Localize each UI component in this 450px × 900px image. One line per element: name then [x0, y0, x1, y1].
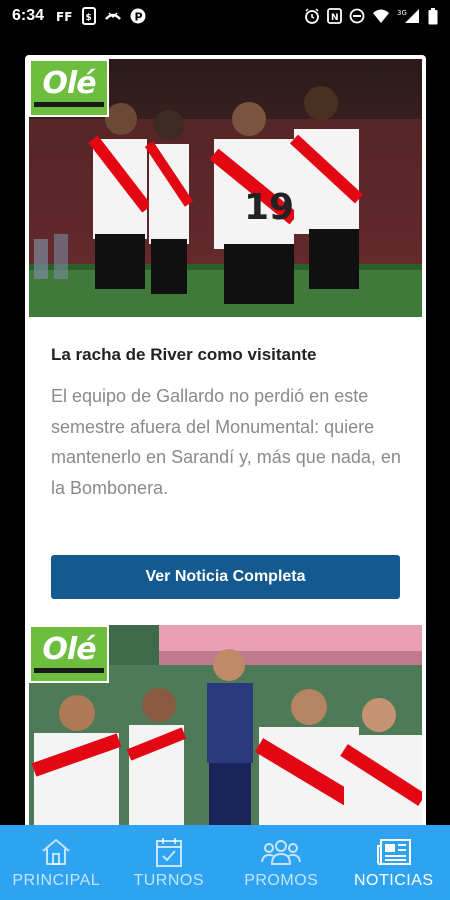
alarm-icon	[304, 7, 320, 25]
nfc-icon: N	[327, 7, 342, 25]
document-icon: $	[82, 7, 97, 25]
svg-text:FF: FF	[56, 10, 72, 23]
svg-text:$: $	[86, 13, 92, 23]
nav-item-promos[interactable]: PROMOS	[225, 825, 338, 900]
news-feed[interactable]: 19 Olé La racha de River como visitante …	[0, 32, 450, 825]
status-time: 6:34	[12, 7, 45, 24]
news-photo-players-composite[interactable]: Olé	[29, 625, 422, 825]
news-title: La racha de River como visitante	[51, 345, 317, 364]
cell-signal-icon: 3G	[397, 7, 421, 25]
status-bar: 6:34 FF $ P N 3G	[0, 0, 450, 32]
news-photo-players-celebrating[interactable]: 19 Olé	[29, 59, 422, 317]
nav-label: TURNOS	[133, 871, 205, 889]
battery-icon	[428, 7, 438, 25]
home-icon	[39, 836, 73, 868]
group-icon	[261, 836, 302, 868]
svg-text:19: 19	[244, 187, 294, 228]
bottom-navigation: PRINCIPAL TURNOS PROMOS NOTICIAS	[0, 825, 450, 900]
ole-logo: Olé	[29, 59, 109, 117]
svg-text:3G: 3G	[397, 9, 407, 17]
svg-text:P: P	[135, 11, 143, 24]
calendar-check-icon	[154, 836, 184, 868]
svg-text:N: N	[331, 13, 339, 23]
ff-icon: FF	[56, 7, 74, 25]
ole-logo-bar	[34, 102, 104, 107]
nav-label: PROMOS	[244, 871, 319, 889]
nav-label: NOTICIAS	[353, 871, 434, 889]
nav-item-turnos[interactable]: TURNOS	[113, 825, 226, 900]
news-summary: El equipo de Gallardo no perdió en este …	[51, 386, 401, 498]
ole-logo: Olé	[29, 625, 109, 683]
ole-logo-bar	[34, 668, 104, 673]
missed-call-icon	[104, 7, 122, 25]
news-card[interactable]: 19 Olé La racha de River como visitante …	[25, 55, 426, 627]
news-card[interactable]: Olé	[25, 621, 426, 825]
p-app-icon: P	[130, 7, 146, 25]
nav-item-principal[interactable]: PRINCIPAL	[0, 825, 113, 900]
newspaper-icon	[376, 836, 412, 868]
do-not-disturb-icon	[349, 7, 365, 25]
read-full-news-button[interactable]: Ver Noticia Completa	[51, 555, 400, 599]
nav-item-noticias[interactable]: NOTICIAS	[338, 825, 450, 900]
nav-label: PRINCIPAL	[12, 871, 101, 889]
wifi-icon	[372, 7, 390, 25]
